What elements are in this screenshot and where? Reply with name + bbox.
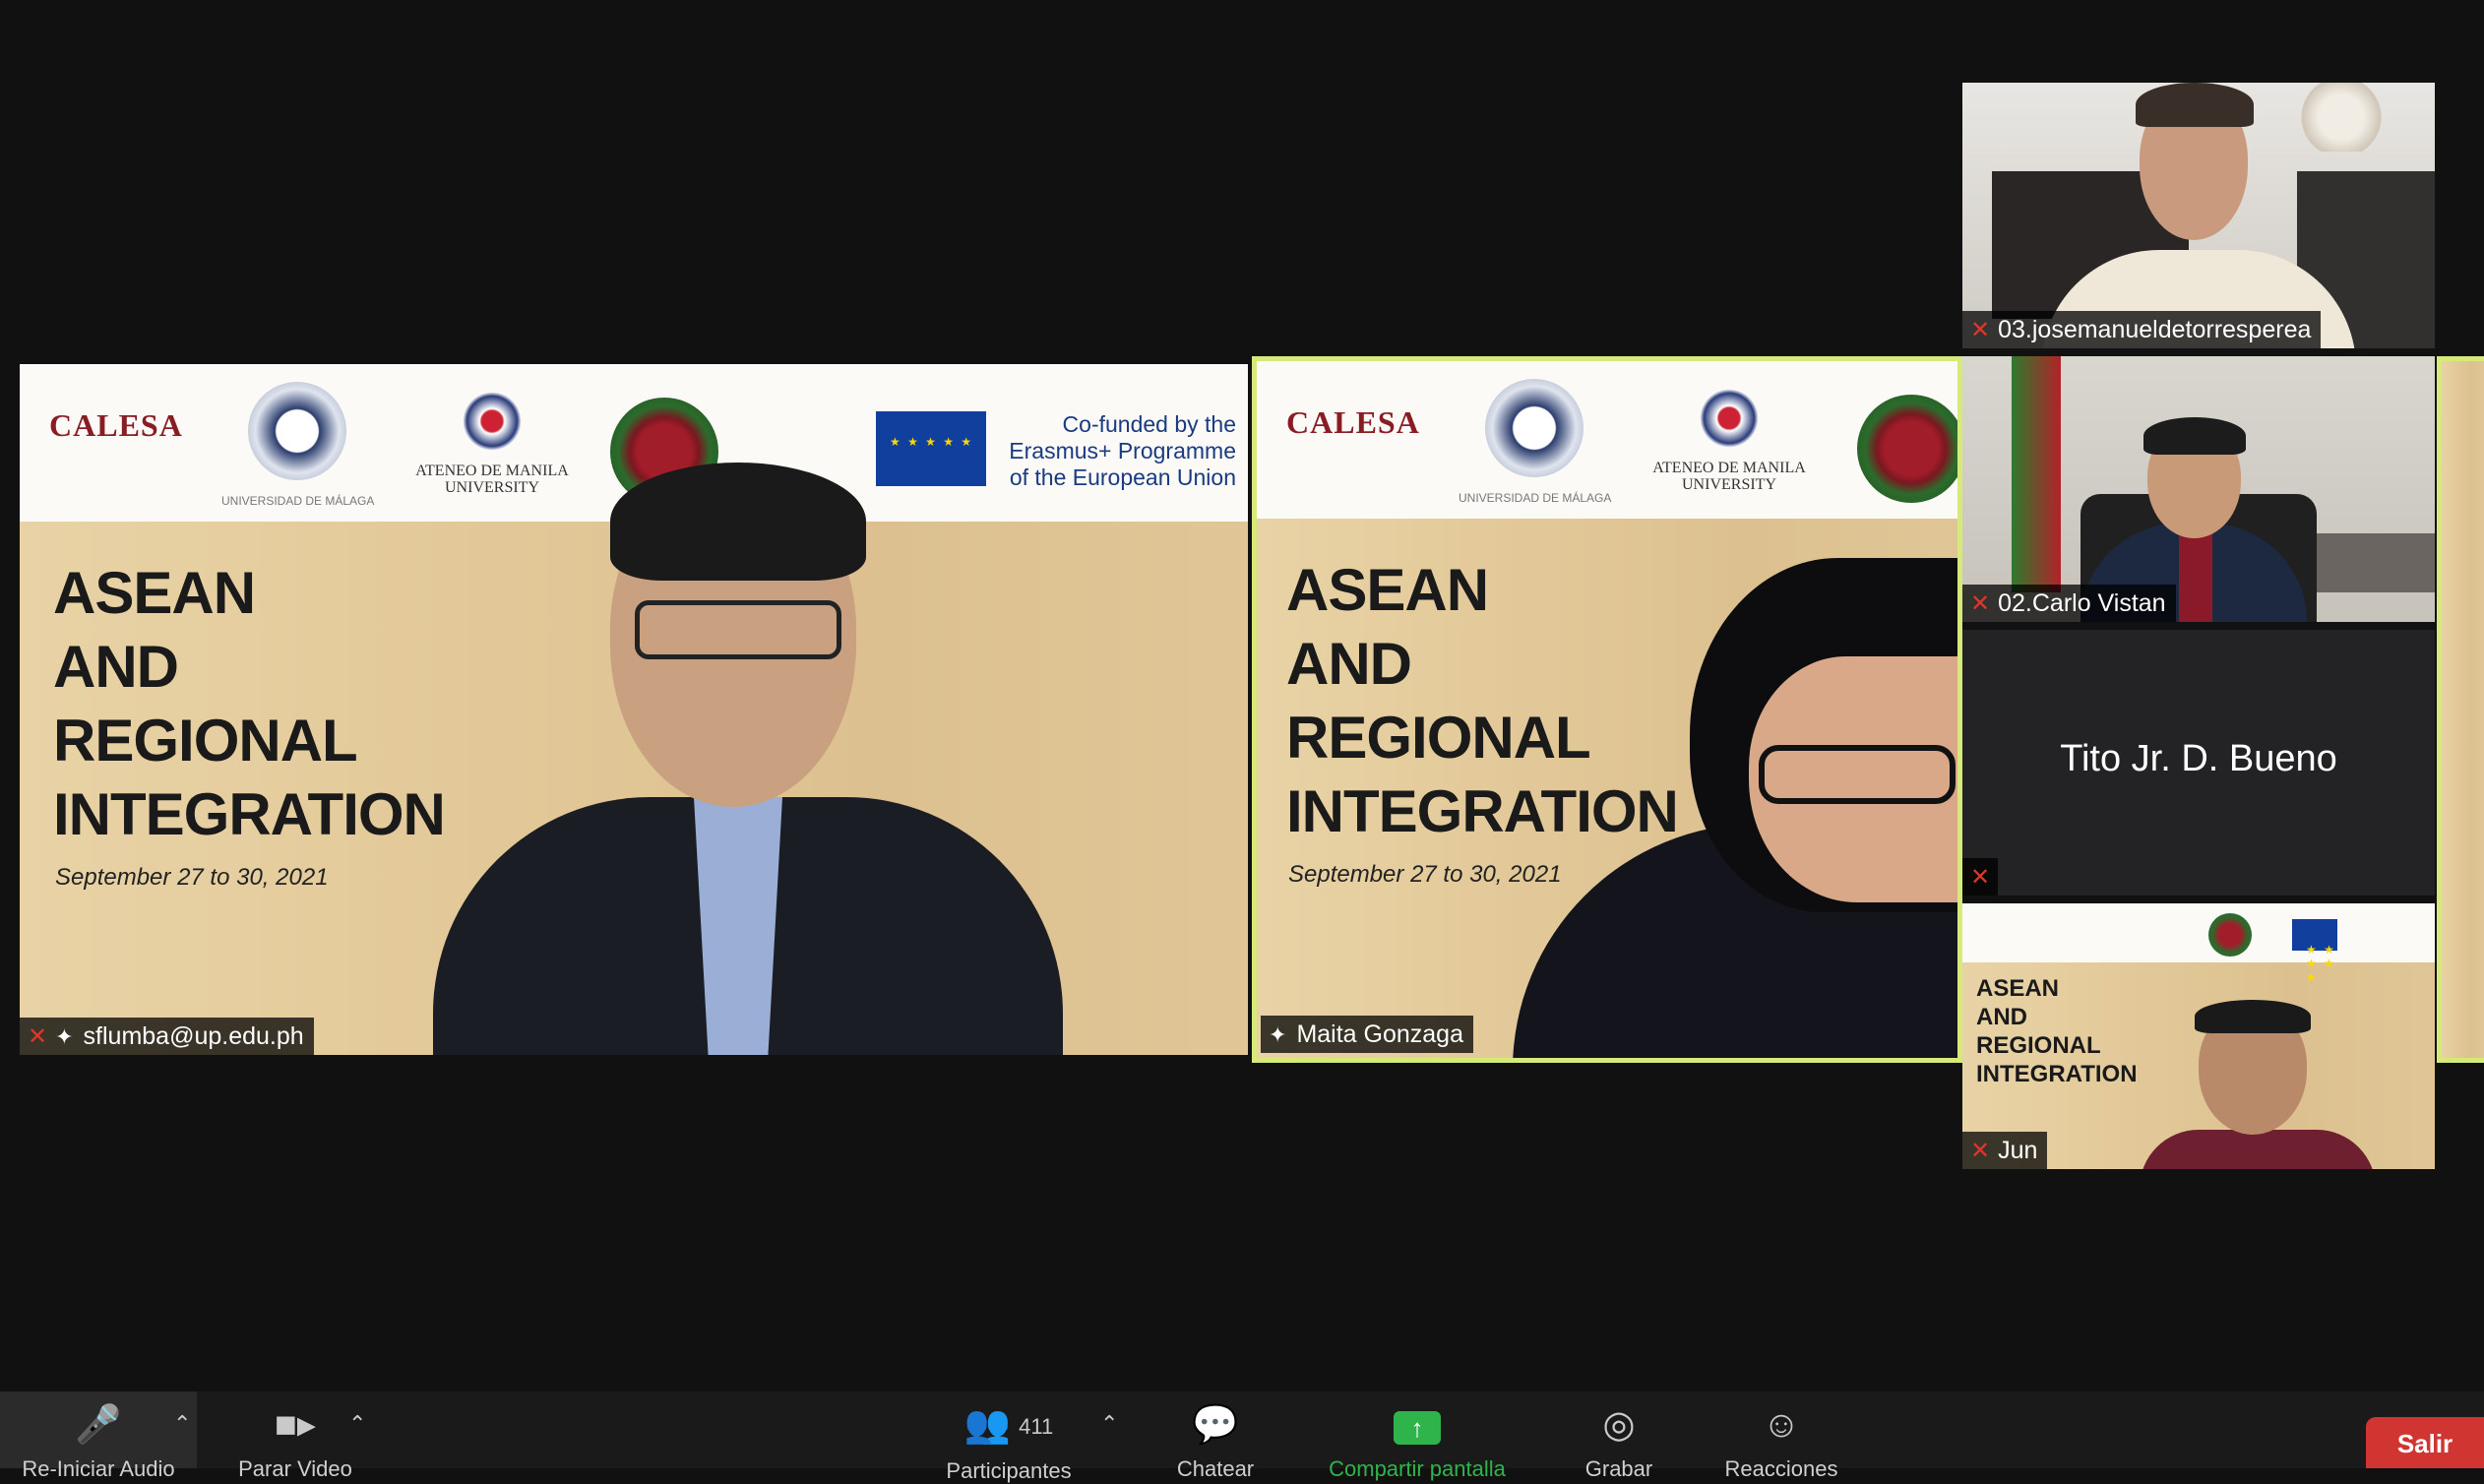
malaga-seal-icon: [248, 382, 346, 480]
chat-button[interactable]: 💬 Chatear: [1156, 1403, 1274, 1482]
video-tile-partial: [2437, 356, 2484, 1063]
name-tag-josemanueldetorresperea: ✕ 03.josemanueldetorresperea: [1962, 311, 2322, 348]
name-tag-maita-gonzaga: ✦ Maita Gonzaga: [1261, 1016, 1473, 1053]
share-screen-button[interactable]: ↑ Compartir pantalla: [1299, 1403, 1535, 1482]
mic-muted-icon: ✕: [1970, 590, 1991, 617]
name-tag-tito-bueno: ✕: [1962, 858, 1999, 896]
pin-icon: ✦: [55, 1024, 74, 1049]
leave-meeting-button[interactable]: Salir: [2366, 1417, 2484, 1468]
participants-options-chevron-icon[interactable]: ⌃: [1100, 1411, 1118, 1437]
eu-flag-icon: [876, 411, 986, 486]
slide-date: September 27 to 30, 2021: [1288, 861, 1562, 888]
participant-hair: [2143, 417, 2246, 455]
ateneo-seal-icon: [1700, 389, 1759, 448]
meeting-toolbar: 🎤 Re-Iniciar Audio ⌃ ■▸ Parar Video ⌃ 👥 4…: [0, 1391, 2484, 1483]
audio-options-chevron-icon[interactable]: ⌃: [173, 1411, 191, 1437]
participant-shirt: [2140, 1130, 2376, 1169]
malaga-label: UNIVERSIDAD DE MÁLAGA: [221, 494, 375, 508]
video-tile-carlo-vistan[interactable]: ✕ 02.Carlo Vistan: [1962, 356, 2435, 622]
mic-muted-icon: ✕: [1970, 317, 1991, 343]
name-tag-jun: ✕ Jun: [1962, 1132, 2048, 1169]
participant-hair: [610, 463, 866, 581]
participant-glasses: [635, 600, 841, 659]
ateneo-label: ATENEO DE MANILA UNIVERSITY: [1652, 460, 1806, 493]
share-screen-icon: ↑: [1299, 1403, 1535, 1447]
mic-muted-icon: ✕: [1970, 1138, 1991, 1164]
slide-logo-bar: [1962, 903, 2435, 984]
mic-muted-icon: 🎤: [75, 1404, 122, 1446]
malaga-seal-icon: [1485, 379, 1584, 477]
name-tag-sflumba: ✕ ✦ sflumba@up.edu.ph: [20, 1018, 314, 1055]
participant-tie: [2179, 524, 2212, 622]
flag: [2012, 356, 2061, 592]
video-tile-sflumba[interactable]: CALESA UNIVERSIDAD DE MÁLAGA ATENEO DE M…: [20, 364, 1248, 1055]
participant-hair: [2195, 1000, 2311, 1033]
unmute-audio-button[interactable]: 🎤 Re-Iniciar Audio: [0, 1391, 197, 1481]
chat-bubble-icon: 💬: [1192, 1404, 1239, 1446]
video-options-chevron-icon[interactable]: ⌃: [348, 1411, 366, 1437]
slide-date: September 27 to 30, 2021: [55, 864, 329, 891]
name-tag-carlo-vistan: ✕ 02.Carlo Vistan: [1962, 585, 2176, 622]
slide-title: ASEAN AND REGIONAL INTEGRATION: [53, 560, 446, 847]
malaga-label: UNIVERSIDAD DE MÁLAGA: [1459, 491, 1612, 505]
video-tile-tito-bueno[interactable]: Tito Jr. D. Bueno ✕: [1962, 630, 2435, 896]
participants-icon: 👥 411: [963, 1404, 1054, 1446]
mic-muted-icon: ✕: [1970, 864, 1991, 891]
up-seal-icon: [1857, 395, 1957, 503]
slide-logo-bar: CALESA UNIVERSIDAD DE MÁLAGA ATENEO DE M…: [1257, 361, 1957, 519]
calesa-logo: CALESA: [1286, 404, 1420, 440]
cofunded-text: Co-funded by the Erasmus+ Programme of t…: [1009, 411, 1236, 490]
flower-vase: [2297, 83, 2386, 152]
record-button[interactable]: ◎ Grabar: [1560, 1403, 1678, 1482]
slide-title: ASEAN AND REGIONAL INTEGRATION: [1286, 557, 1679, 844]
up-seal-icon: [2208, 913, 2252, 957]
participants-count: 411: [1019, 1413, 1054, 1439]
record-icon: ◎: [1602, 1404, 1636, 1446]
pin-icon: ✦: [1269, 1022, 1287, 1047]
video-tile-maita-gonzaga[interactable]: CALESA UNIVERSIDAD DE MÁLAGA ATENEO DE M…: [1252, 356, 1962, 1063]
eu-flag-icon: [2292, 919, 2337, 984]
reactions-button[interactable]: ☺ Reacciones: [1708, 1403, 1855, 1482]
participant-name-display: Tito Jr. D. Bueno: [2060, 738, 2337, 779]
slide-title: ASEAN AND REGIONAL INTEGRATION: [1976, 975, 2138, 1087]
participant-glasses: [1759, 745, 1956, 804]
smiley-add-icon: ☺: [1762, 1404, 1801, 1446]
ateneo-seal-icon: [463, 392, 522, 451]
ateneo-label: ATENEO DE MANILA UNIVERSITY: [415, 463, 569, 496]
mic-muted-icon: ✕: [28, 1023, 48, 1050]
participant-hair: [2136, 83, 2254, 127]
video-tile-josemanueldetorresperea[interactable]: ✕ 03.josemanueldetorresperea: [1962, 83, 2435, 348]
video-tile-jun[interactable]: ASEAN AND REGIONAL INTEGRATION ✕Jun: [1962, 903, 2435, 1169]
participants-button[interactable]: 👥 411 Participantes: [925, 1403, 1092, 1484]
calesa-logo: CALESA: [49, 407, 183, 443]
